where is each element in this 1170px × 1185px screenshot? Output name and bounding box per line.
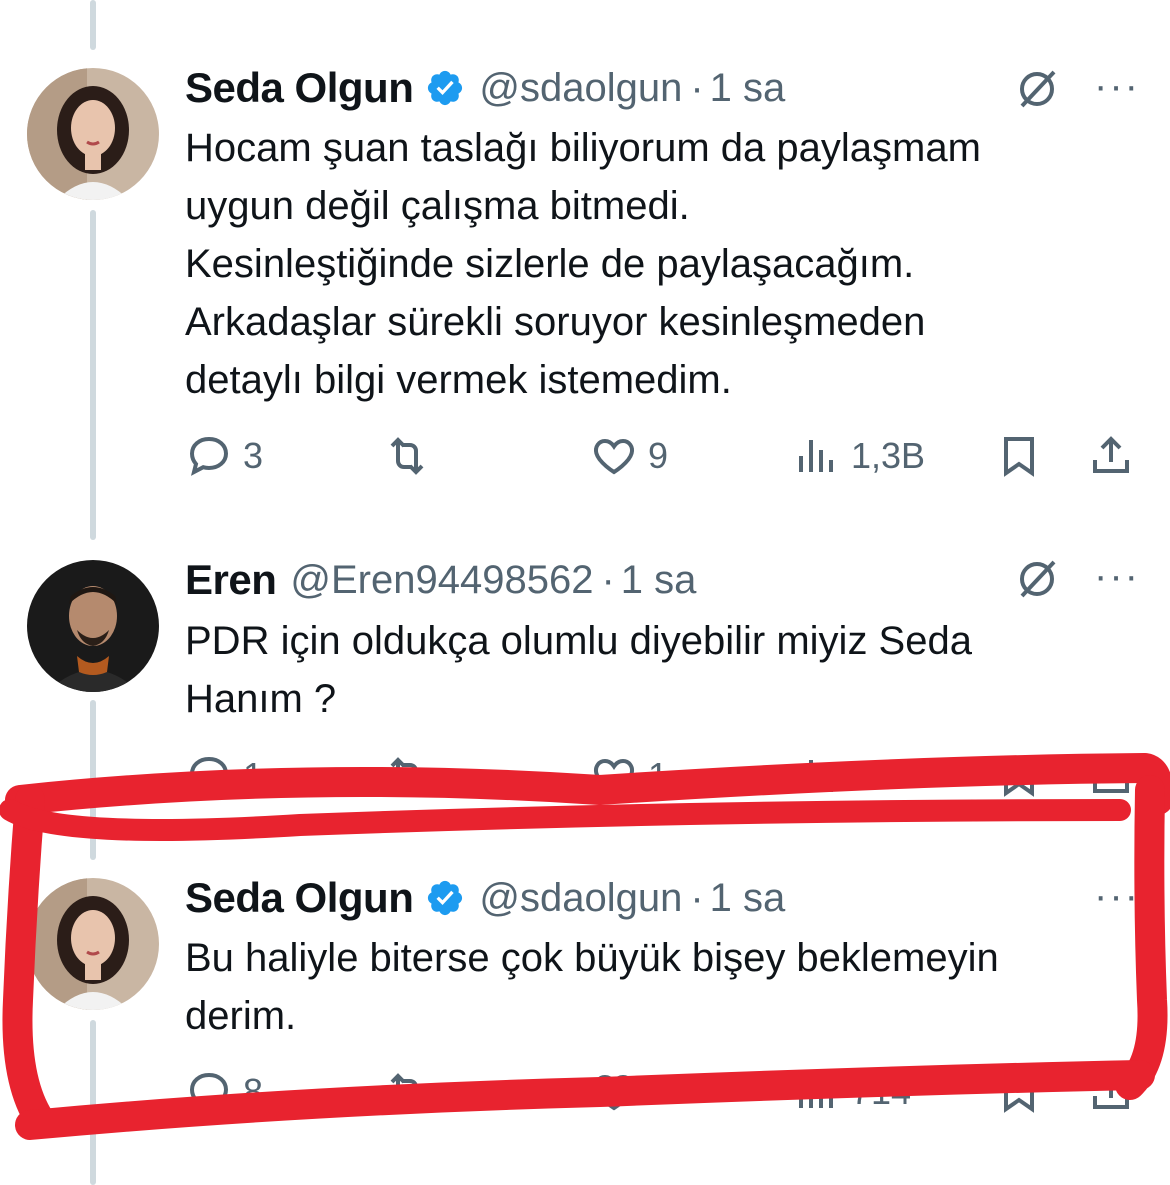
share-button[interactable]: [1087, 432, 1135, 480]
views-icon: [799, 760, 833, 792]
avatar[interactable]: [27, 878, 159, 1010]
grok-icon[interactable]: [1014, 556, 1060, 602]
reply-button[interactable]: 8: [185, 1068, 263, 1116]
bookmark-button[interactable]: [995, 1068, 1043, 1116]
like-button[interactable]: [590, 1068, 648, 1116]
more-options-icon[interactable]: ···: [1094, 874, 1140, 919]
bookmark-icon: [1004, 757, 1034, 797]
heart-icon: [594, 1074, 634, 1111]
handle[interactable]: @Eren94498562: [290, 558, 593, 603]
timestamp[interactable]: 1 sa: [710, 66, 786, 111]
reply-count: 1: [243, 755, 264, 796]
like-button[interactable]: 9: [590, 432, 668, 480]
retweet-icon: [390, 1073, 424, 1111]
heart-icon: [594, 438, 634, 475]
views-icon: [799, 440, 833, 472]
verified-badge-icon: [428, 880, 463, 916]
display-name[interactable]: Eren: [185, 556, 277, 604]
view-count: 735: [851, 755, 912, 796]
reply-count: 3: [243, 435, 264, 476]
view-count: 714: [851, 1071, 912, 1112]
bookmark-button[interactable]: [995, 752, 1043, 800]
reply-button[interactable]: 3: [185, 432, 263, 480]
share-icon: [1093, 756, 1129, 793]
reply-icon: [189, 756, 229, 796]
avatar[interactable]: [27, 68, 159, 200]
tweet-text: Hocam şuan taslağı biliyorum da paylaşma…: [185, 126, 981, 402]
bookmark-button[interactable]: [995, 432, 1043, 480]
more-options-icon[interactable]: ···: [1094, 554, 1140, 599]
like-count: 1: [648, 755, 669, 796]
share-button[interactable]: [1087, 1068, 1135, 1116]
bookmark-icon: [1004, 437, 1034, 477]
tweet-text: PDR için oldukça olumlu diyebilir miyiz …: [185, 619, 972, 721]
separator: ·: [690, 875, 704, 920]
like-button[interactable]: 1: [590, 752, 668, 800]
separator: ·: [690, 65, 704, 110]
share-icon: [1093, 436, 1129, 473]
reply-icon: [189, 436, 229, 476]
handle[interactable]: @sdaolgun: [479, 66, 682, 111]
retweet-icon: [390, 437, 424, 475]
heart-icon: [594, 758, 634, 795]
avatar[interactable]: [27, 560, 159, 692]
tweet[interactable]: Seda Olgun @sdaolgun · 1 sa ··· Bu haliy…: [0, 810, 1170, 1185]
view-count: 1,3B: [851, 435, 926, 476]
tweet[interactable]: Eren @Eren94498562 · 1 sa ··· PDR için o…: [0, 520, 1170, 810]
display-name[interactable]: Seda Olgun: [185, 874, 414, 922]
retweet-button[interactable]: [383, 752, 441, 800]
views-button[interactable]: 1,3B: [793, 432, 925, 480]
tweet[interactable]: Seda Olgun @sdaolgun · 1 sa ··· Hocam şu…: [0, 0, 1170, 520]
grok-icon[interactable]: [1014, 66, 1060, 112]
more-options-icon[interactable]: ···: [1094, 64, 1140, 109]
views-icon: [799, 1076, 833, 1108]
timestamp[interactable]: 1 sa: [710, 876, 786, 921]
reply-count: 8: [243, 1071, 264, 1112]
reply-button[interactable]: 1: [185, 752, 263, 800]
retweet-button[interactable]: [383, 1068, 441, 1116]
retweet-icon: [390, 757, 424, 795]
bookmark-icon: [1004, 1073, 1034, 1113]
retweet-button[interactable]: [383, 432, 441, 480]
views-button[interactable]: 714: [793, 1068, 911, 1116]
share-button[interactable]: [1087, 752, 1135, 800]
share-icon: [1093, 1072, 1129, 1109]
separator: ·: [601, 557, 615, 602]
display-name[interactable]: Seda Olgun: [185, 64, 414, 112]
timestamp[interactable]: 1 sa: [621, 558, 697, 603]
verified-badge-icon: [428, 70, 463, 106]
like-count: 9: [648, 435, 669, 476]
handle[interactable]: @sdaolgun: [479, 876, 682, 921]
views-button[interactable]: 735: [793, 752, 911, 800]
tweet-text: Bu haliyle biterse çok büyük bişey bekle…: [185, 936, 999, 1038]
reply-icon: [189, 1072, 229, 1112]
